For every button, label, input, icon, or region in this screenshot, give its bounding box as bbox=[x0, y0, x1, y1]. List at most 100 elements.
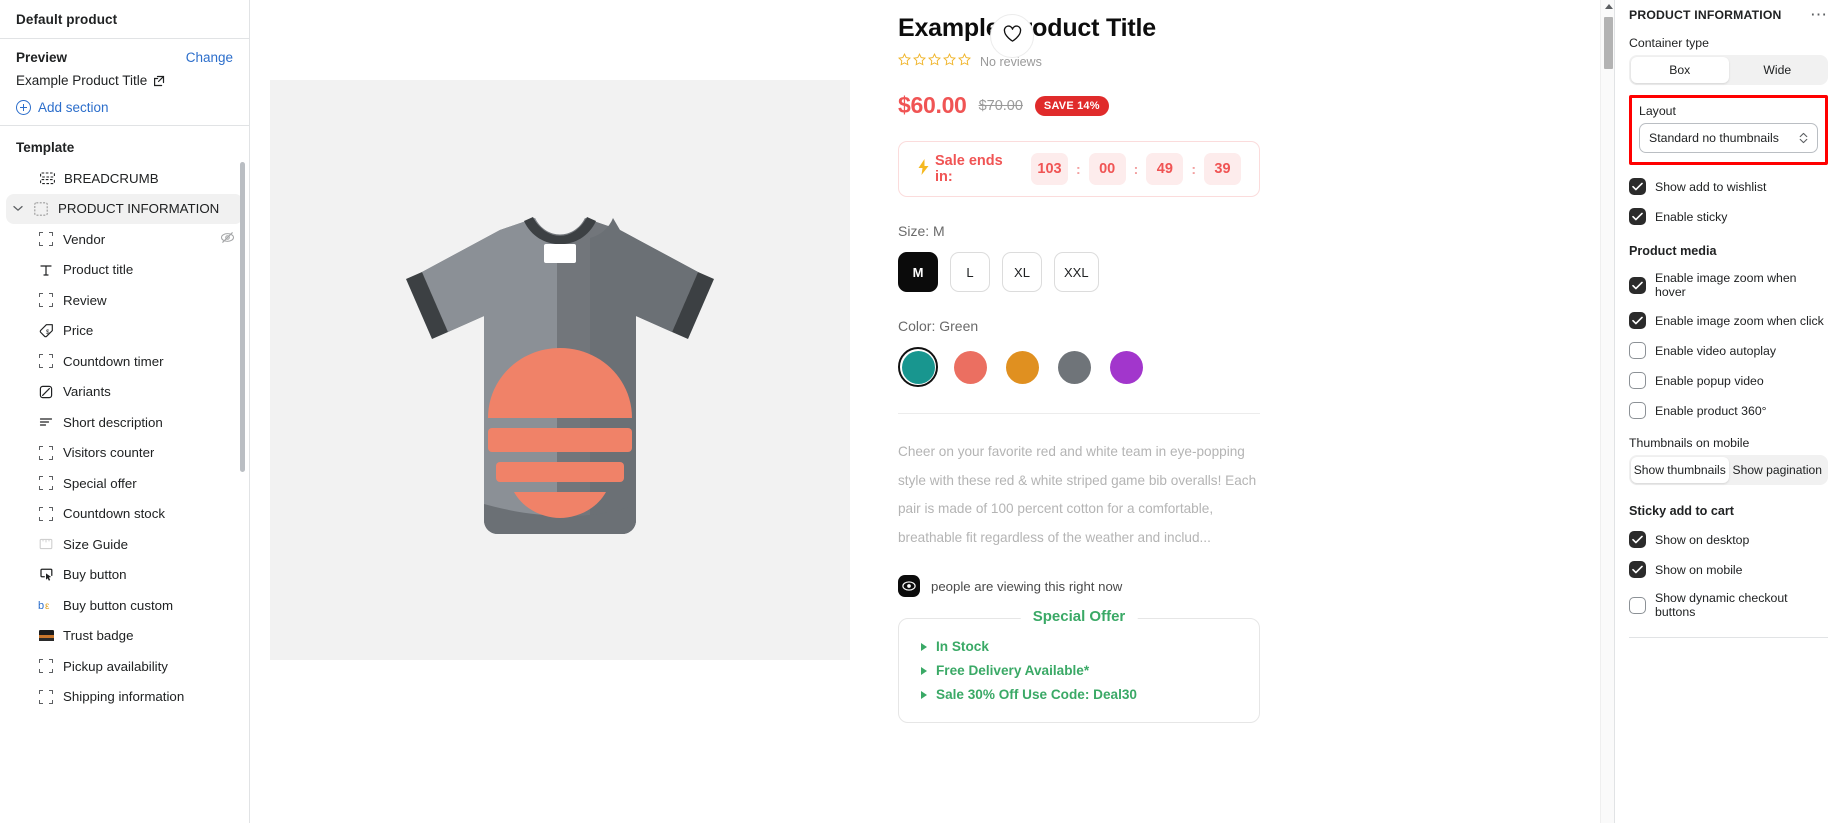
preview-label: Preview bbox=[16, 50, 68, 65]
checkbox-show-on-mobile[interactable]: Show on mobile bbox=[1629, 561, 1828, 578]
sidebar-item-product-information[interactable]: PRODUCT INFORMATION bbox=[6, 193, 243, 224]
sidebar-item-vendor[interactable]: Vendor bbox=[0, 224, 249, 255]
product-gallery bbox=[250, 0, 870, 823]
save-badge: SAVE 14% bbox=[1034, 95, 1109, 116]
star-rating[interactable] bbox=[898, 53, 971, 71]
text-icon bbox=[38, 262, 54, 278]
svg-text:ε: ε bbox=[45, 601, 50, 612]
checkbox-enable-image-zoom-click[interactable]: Enable image zoom when click bbox=[1629, 312, 1828, 329]
sidebar-item-size-guide[interactable]: Size Guide bbox=[0, 529, 249, 560]
color-swatch-green[interactable] bbox=[898, 347, 938, 387]
checkbox-label: Enable image zoom when click bbox=[1655, 313, 1824, 328]
sidebar-item-label: Visitors counter bbox=[63, 445, 155, 461]
checkbox-show-dynamic-checkout-buttons[interactable]: Show dynamic checkout buttons bbox=[1629, 591, 1828, 619]
checkbox-icon bbox=[1629, 596, 1646, 614]
preview-product-name: Example Product Title bbox=[16, 73, 148, 88]
color-swatch-red[interactable] bbox=[950, 347, 990, 387]
page-title: Example Product Title bbox=[898, 14, 1156, 42]
thumbnails-on-mobile-label: Thumbnails on mobile bbox=[1629, 436, 1750, 450]
checkbox-label: Show dynamic checkout buttons bbox=[1655, 591, 1788, 619]
size-option-m[interactable]: M bbox=[898, 252, 938, 292]
sidebar-item-label: Review bbox=[63, 292, 107, 308]
add-section-label: Add section bbox=[38, 99, 109, 115]
trust-badge-icon bbox=[38, 628, 54, 644]
eye-icon bbox=[898, 575, 920, 598]
sidebar-item-visitors-counter[interactable]: Visitors counter bbox=[0, 438, 249, 469]
sidebar-item-label: PRODUCT INFORMATION bbox=[58, 201, 220, 217]
size-option-xl[interactable]: XL bbox=[1002, 252, 1042, 292]
sidebar-item-review[interactable]: Review bbox=[0, 285, 249, 316]
star-icon bbox=[943, 53, 956, 71]
preview-scrollbar-thumb[interactable] bbox=[1604, 17, 1613, 69]
hidden-eye-icon[interactable] bbox=[220, 230, 235, 248]
checkbox-enable-image-zoom-hover[interactable]: Enable image zoom when hover bbox=[1629, 271, 1828, 299]
checkbox-enable-sticky[interactable]: Enable sticky bbox=[1629, 208, 1828, 225]
container-type-option-wide[interactable]: Wide bbox=[1729, 57, 1827, 83]
checkbox-icon bbox=[1629, 402, 1646, 419]
compare-price: $70.00 bbox=[978, 97, 1023, 114]
thumbnails-option-show-pagination[interactable]: Show pagination bbox=[1729, 457, 1827, 483]
product-image[interactable] bbox=[270, 80, 850, 660]
container-type-segmented-control: Box Wide bbox=[1629, 55, 1828, 85]
sidebar-item-breadcrumb[interactable]: BREADCRUMB bbox=[0, 163, 249, 194]
sidebar-item-label: Vendor bbox=[63, 231, 106, 247]
checkbox-enable-video-autoplay[interactable]: Enable video autoplay bbox=[1629, 342, 1828, 359]
thumbnails-option-show-thumbnails[interactable]: Show thumbnails bbox=[1631, 457, 1729, 483]
checkbox-label: Enable product 360° bbox=[1655, 403, 1767, 418]
countdown-timer: Sale ends in: 103 : 00 : 49 : 39 bbox=[898, 141, 1260, 197]
sidebar-item-short-description[interactable]: Short description bbox=[0, 407, 249, 438]
sidebar-item-label: BREADCRUMB bbox=[64, 170, 159, 186]
select-chevrons-icon bbox=[1799, 132, 1808, 144]
checkbox-icon bbox=[1629, 276, 1646, 294]
countdown-days: 103 bbox=[1030, 153, 1068, 185]
sidebar-item-label: Size Guide bbox=[63, 536, 129, 552]
checkbox-enable-popup-video[interactable]: Enable popup video bbox=[1629, 372, 1828, 389]
sidebar-item-price[interactable]: $ Price bbox=[0, 316, 249, 347]
preview-product-link[interactable]: Example Product Title bbox=[16, 73, 233, 88]
sidebar-item-countdown-timer[interactable]: Countdown timer bbox=[0, 346, 249, 377]
checkbox-enable-product-360[interactable]: Enable product 360° bbox=[1629, 402, 1828, 419]
size-label-wrap: Size: M bbox=[898, 223, 1260, 239]
sidebar-item-variants[interactable]: Variants bbox=[0, 377, 249, 408]
sidebar-item-countdown-stock[interactable]: Countdown stock bbox=[0, 499, 249, 530]
breadcrumb-icon bbox=[39, 170, 55, 186]
countdown-seconds: 39 bbox=[1204, 153, 1241, 185]
wishlist-button[interactable] bbox=[990, 14, 1034, 58]
sidebar-item-buy-button-custom[interactable]: bε Buy button custom bbox=[0, 590, 249, 621]
special-offer-item: Free Delivery Available* bbox=[921, 663, 1237, 678]
checkbox-show-add-to-wishlist[interactable]: Show add to wishlist bbox=[1629, 178, 1828, 195]
color-swatch-purple[interactable] bbox=[1106, 347, 1146, 387]
countdown-minutes: 49 bbox=[1146, 153, 1184, 185]
product-media-heading: Product media bbox=[1629, 244, 1717, 258]
current-price: $60.00 bbox=[898, 92, 967, 118]
size-option-xxl[interactable]: XXL bbox=[1054, 252, 1099, 292]
container-type-option-box[interactable]: Box bbox=[1631, 57, 1729, 83]
special-offer-box: Special Offer In Stock Free Delivery Ava… bbox=[898, 608, 1260, 724]
sidebar-item-product-title[interactable]: Product title bbox=[0, 255, 249, 286]
checkbox-icon bbox=[1629, 208, 1646, 225]
layout-highlight-box: Layout Standard no thumbnails bbox=[1629, 95, 1828, 165]
special-offer-list: In Stock Free Delivery Available* Sale 3… bbox=[921, 639, 1237, 702]
sidebar-item-pickup-availability[interactable]: Pickup availability bbox=[0, 651, 249, 682]
size-option-l[interactable]: L bbox=[950, 252, 990, 292]
color-swatch-orange[interactable] bbox=[1002, 347, 1042, 387]
color-swatch-gray[interactable] bbox=[1054, 347, 1094, 387]
sidebar-scrollbar-thumb[interactable] bbox=[240, 162, 245, 472]
chevron-down-icon[interactable] bbox=[12, 203, 24, 215]
sidebar-item-shipping-information[interactable]: Shipping information bbox=[0, 682, 249, 713]
more-options-icon[interactable]: ⋯ bbox=[1810, 6, 1828, 23]
sidebar-scrollbar[interactable] bbox=[240, 96, 245, 815]
add-section-button[interactable]: Add section bbox=[0, 98, 249, 116]
arrow-right-icon bbox=[921, 642, 927, 651]
sidebar-item-trust-badge[interactable]: Trust badge bbox=[0, 621, 249, 652]
sidebar-item-buy-button[interactable]: Buy button bbox=[0, 560, 249, 591]
sidebar-item-special-offer[interactable]: Special offer bbox=[0, 468, 249, 499]
preview-scrollbar[interactable] bbox=[1600, 0, 1614, 823]
star-icon bbox=[958, 53, 971, 71]
scroll-up-arrow-icon[interactable] bbox=[1605, 4, 1613, 9]
checkbox-show-on-desktop[interactable]: Show on desktop bbox=[1629, 531, 1828, 548]
layout-select[interactable]: Standard no thumbnails bbox=[1639, 123, 1818, 153]
layout-select-value: Standard no thumbnails bbox=[1649, 131, 1779, 145]
change-link[interactable]: Change bbox=[186, 50, 233, 65]
